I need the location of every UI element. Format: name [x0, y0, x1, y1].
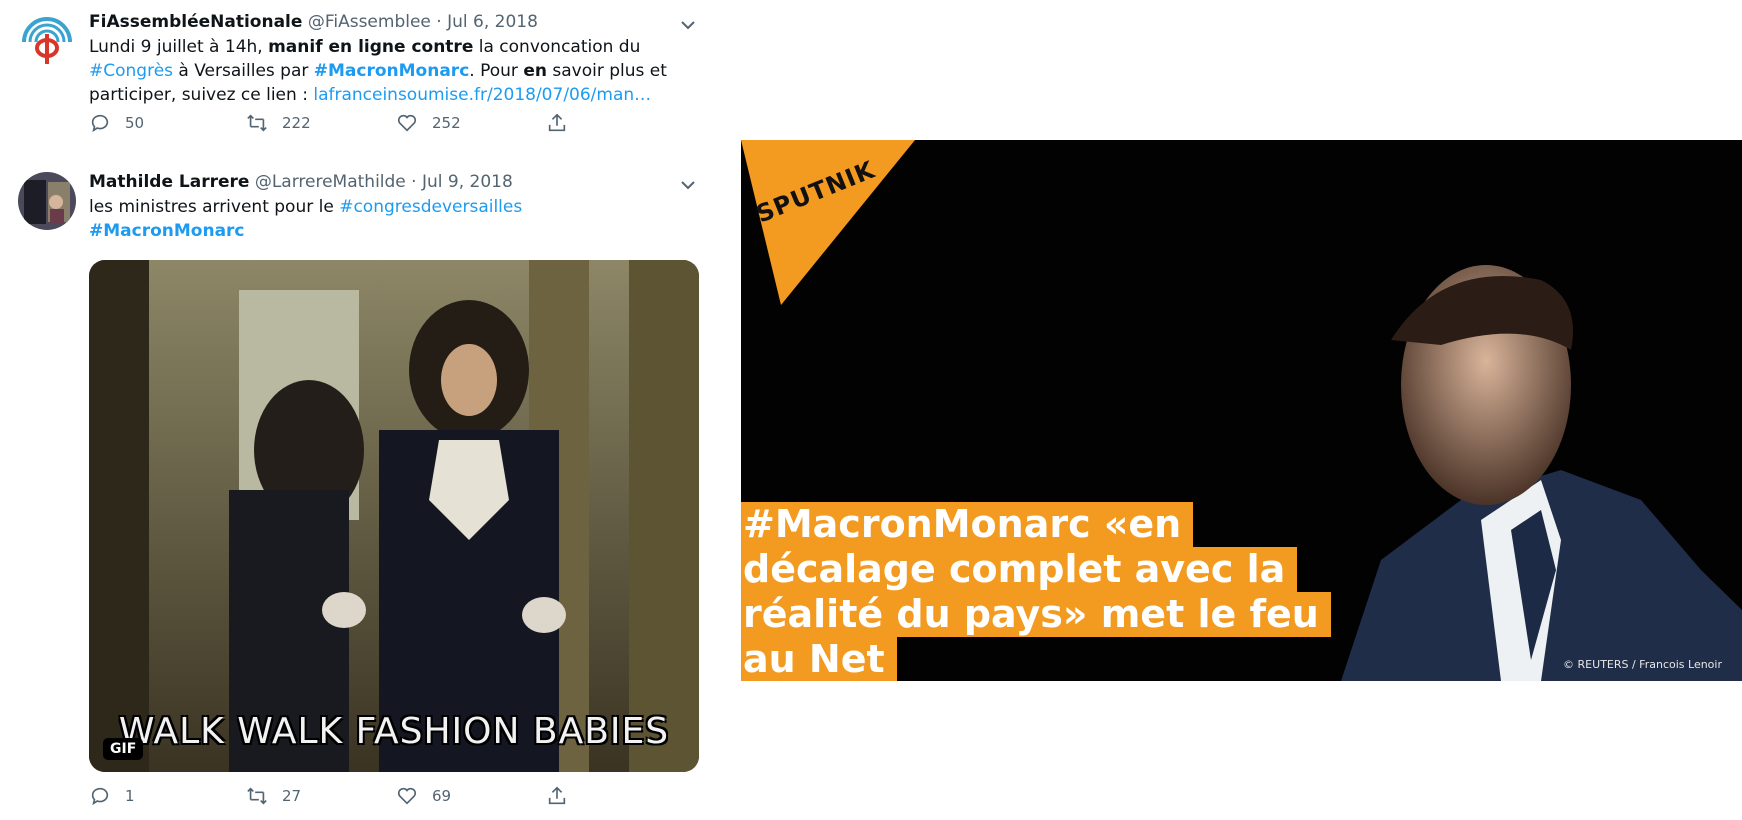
like-icon [397, 787, 417, 805]
tweet: FiAssembléeNationale @FiAssemblee · Jul … [0, 0, 695, 150]
retweet-button[interactable]: 222 [246, 112, 311, 134]
author-name[interactable]: Mathilde Larrere [89, 172, 249, 192]
gif-badge: GIF [103, 738, 144, 760]
url-link[interactable]: lafranceinsoumise.fr/2018/07/06/man… [313, 85, 651, 105]
chevron-down-icon[interactable] [680, 17, 696, 33]
tweet-header: Mathilde Larrere @LarrereMathilde · Jul … [89, 172, 513, 192]
retweet-count: 27 [282, 787, 302, 805]
hashtag-link[interactable]: #MacronMonarc [89, 221, 245, 241]
tweet-date[interactable]: Jul 6, 2018 [447, 12, 538, 32]
tweet-date[interactable]: Jul 9, 2018 [422, 172, 513, 192]
retweet-button[interactable]: 27 [246, 785, 301, 807]
news-image-card: SPUTNIK #MacronMonarc «en décalage compl… [741, 140, 1742, 681]
retweet-icon [247, 787, 267, 805]
retweet-icon [247, 114, 267, 132]
headline-line: réalité du pays» met le feu [741, 592, 1331, 637]
share-button[interactable] [546, 112, 568, 134]
reply-count: 1 [125, 787, 135, 805]
reply-count: 50 [125, 114, 145, 132]
photo-credit: © REUTERS / Francois Lenoir [1563, 658, 1722, 671]
author-handle[interactable]: @FiAssemblee [308, 12, 431, 32]
headline-line: #MacronMonarc «en [741, 502, 1194, 547]
headline-line: décalage complet avec la [741, 547, 1298, 592]
author-handle[interactable]: @LarrereMathilde [255, 172, 406, 192]
author-name[interactable]: FiAssembléeNationale [89, 12, 302, 32]
avatar[interactable] [18, 172, 76, 230]
hashtag-link[interactable]: #Congrès [89, 61, 173, 81]
tweet-actions: 1 27 69 [89, 785, 609, 809]
gif-caption: WALK WALK FASHION BABIES [118, 711, 670, 752]
share-icon [548, 786, 566, 805]
headline-line: au Net [741, 637, 897, 681]
like-icon [397, 114, 417, 132]
like-button[interactable]: 69 [396, 785, 451, 807]
like-count: 69 [432, 787, 452, 805]
reply-button[interactable]: 50 [89, 112, 144, 134]
reply-button[interactable]: 1 [89, 785, 135, 807]
tweet-text: les ministres arrivent pour le #congresd… [89, 197, 523, 241]
reply-icon [91, 787, 109, 806]
share-icon [548, 113, 566, 132]
tweet-text: Lundi 9 juillet à 14h, manif en ligne co… [89, 37, 667, 105]
tweet: Mathilde Larrere @LarrereMathilde · Jul … [0, 160, 699, 820]
retweet-count: 222 [282, 114, 311, 132]
hashtag-link[interactable]: #congresdeversailles [339, 197, 522, 217]
card-headline: #MacronMonarc «en décalage complet avec … [741, 502, 1331, 681]
tweet-actions: 50 222 252 [89, 112, 609, 136]
fi-logo-icon [18, 12, 76, 70]
gif-frame [89, 260, 699, 772]
hashtag-link[interactable]: #MacronMonarc [314, 61, 470, 81]
gif-media[interactable]: WALK WALK FASHION BABIES GIF [89, 260, 699, 772]
like-count: 252 [432, 114, 461, 132]
chevron-down-icon[interactable] [680, 177, 696, 193]
avatar[interactable] [18, 12, 76, 70]
user-photo [18, 172, 76, 230]
tweet-header: FiAssembléeNationale @FiAssemblee · Jul … [89, 12, 538, 32]
reply-icon [91, 114, 109, 133]
share-button[interactable] [546, 785, 568, 807]
like-button[interactable]: 252 [396, 112, 461, 134]
